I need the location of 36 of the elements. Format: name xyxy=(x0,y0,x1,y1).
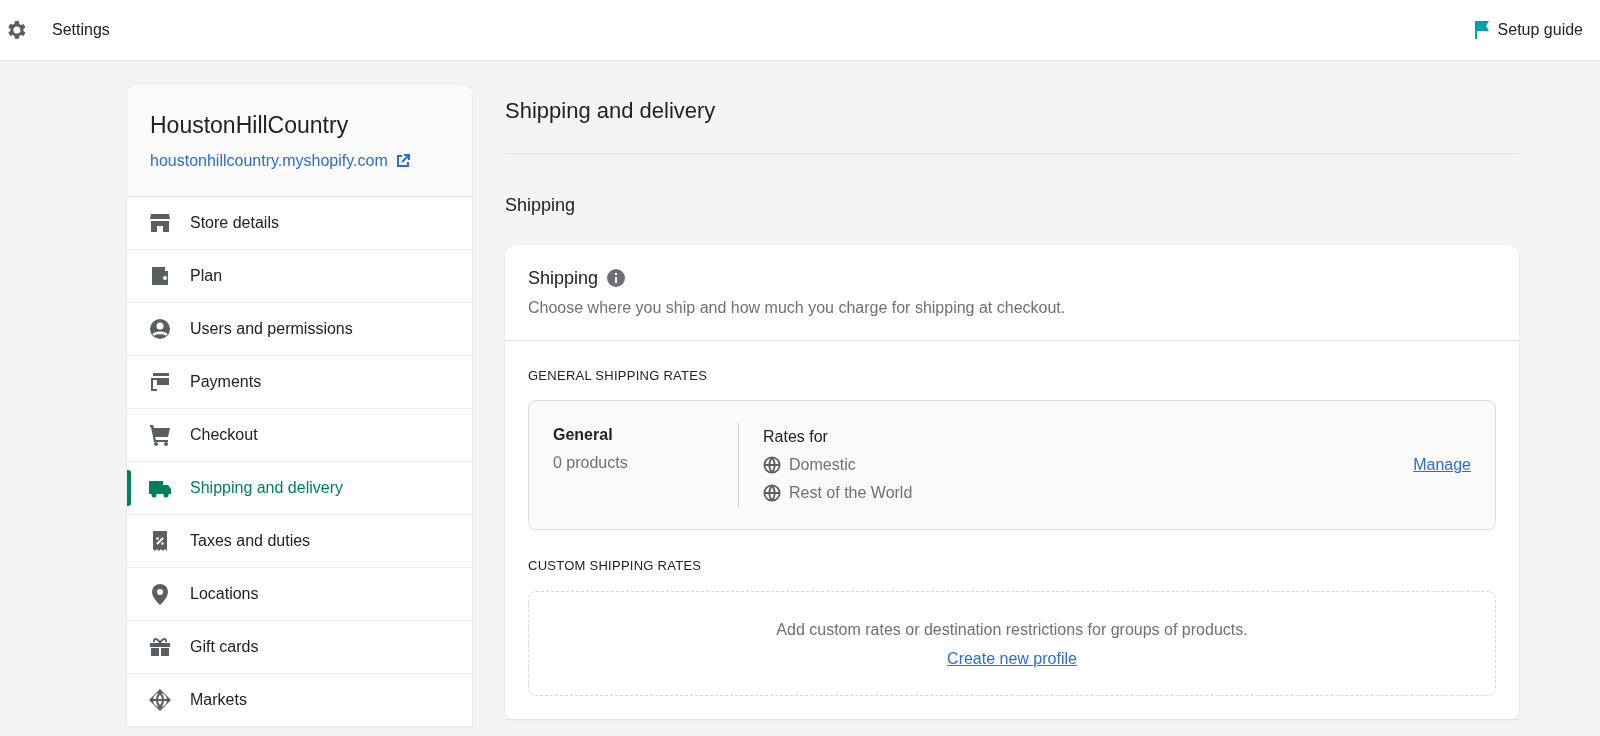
info-icon[interactable] xyxy=(606,268,627,289)
sidebar-item[interactable]: Payments xyxy=(127,355,472,409)
create-profile-link[interactable]: Create new profile xyxy=(947,650,1077,667)
sidebar-item[interactable]: Markets xyxy=(127,673,472,727)
sidebar-item[interactable]: Checkout xyxy=(127,408,472,462)
product-count: 0 products xyxy=(553,453,629,474)
profile-name: General xyxy=(553,425,614,446)
setup-guide-button[interactable]: Setup guide xyxy=(1472,17,1584,43)
globe-icon xyxy=(148,687,172,712)
sidebar-item[interactable]: Gift cards xyxy=(127,620,472,674)
manage-link[interactable]: Manage xyxy=(1413,453,1471,478)
custom-rates-heading: CUSTOM SHIPPING RATES xyxy=(528,557,703,576)
sidebar-item[interactable]: Plan xyxy=(127,249,472,303)
store-url-link[interactable]: houstonhillcountry.myshopify.com xyxy=(150,148,410,173)
card-title: Shipping xyxy=(528,267,599,290)
store-name: HoustonHillCountry xyxy=(150,111,350,140)
user-icon xyxy=(148,316,172,341)
globe-icon xyxy=(763,456,781,475)
shipping-zone: Rest of the World xyxy=(763,479,1414,508)
custom-rates-text: Add custom rates or destination restrictions for groups of products. xyxy=(775,620,1249,640)
section-heading: Shipping and delivery xyxy=(505,84,1519,155)
rates-label: Rates for xyxy=(763,427,829,448)
globe-icon xyxy=(763,484,781,503)
sidebar-item[interactable]: Store details xyxy=(127,196,472,250)
sidebar-item[interactable]: Users and permissions xyxy=(127,302,472,356)
shipping-zone: Domestic xyxy=(763,451,1414,480)
page-title: Settings xyxy=(52,20,110,40)
flag-icon xyxy=(1473,20,1490,40)
cart-icon xyxy=(148,422,172,447)
sidebar-item[interactable]: Shipping and delivery xyxy=(127,461,472,515)
card-description: Choose where you ship and how much you charge for shipping at checkout. xyxy=(528,298,1067,318)
external-link-icon xyxy=(395,153,410,168)
sidebar-item[interactable]: Locations xyxy=(127,567,472,621)
sidebar-item[interactable]: Taxes and duties xyxy=(127,514,472,568)
general-rates-heading: GENERAL SHIPPING RATES xyxy=(528,367,709,385)
subsection-heading: Shipping xyxy=(505,195,577,217)
